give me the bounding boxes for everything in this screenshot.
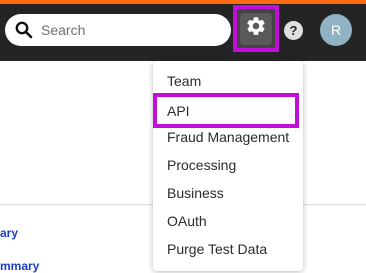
menu-item-fraud-management[interactable]: Fraud Management <box>167 129 289 145</box>
menu-item-oauth[interactable]: OAuth <box>167 213 207 229</box>
menu-item-processing[interactable]: Processing <box>167 157 236 173</box>
help-icon[interactable]: ? <box>284 21 303 40</box>
search-box[interactable] <box>5 14 231 46</box>
accent-strip <box>0 0 366 4</box>
settings-dropdown-menu: Team API Fraud Management Processing Bus… <box>153 61 303 271</box>
search-input[interactable] <box>41 22 221 38</box>
avatar[interactable]: R <box>320 14 352 46</box>
settings-button[interactable] <box>233 5 279 52</box>
settings-button-inner <box>240 12 272 45</box>
menu-item-business[interactable]: Business <box>167 185 224 201</box>
search-icon <box>15 21 33 39</box>
menu-item-purge-test-data[interactable]: Purge Test Data <box>167 241 267 257</box>
menu-item-api[interactable]: API <box>153 93 299 128</box>
menu-item-team[interactable]: Team <box>167 73 201 89</box>
background-link-1[interactable]: ary <box>0 226 18 240</box>
background-link-2[interactable]: mmary <box>0 259 39 273</box>
gear-icon <box>245 15 267 42</box>
